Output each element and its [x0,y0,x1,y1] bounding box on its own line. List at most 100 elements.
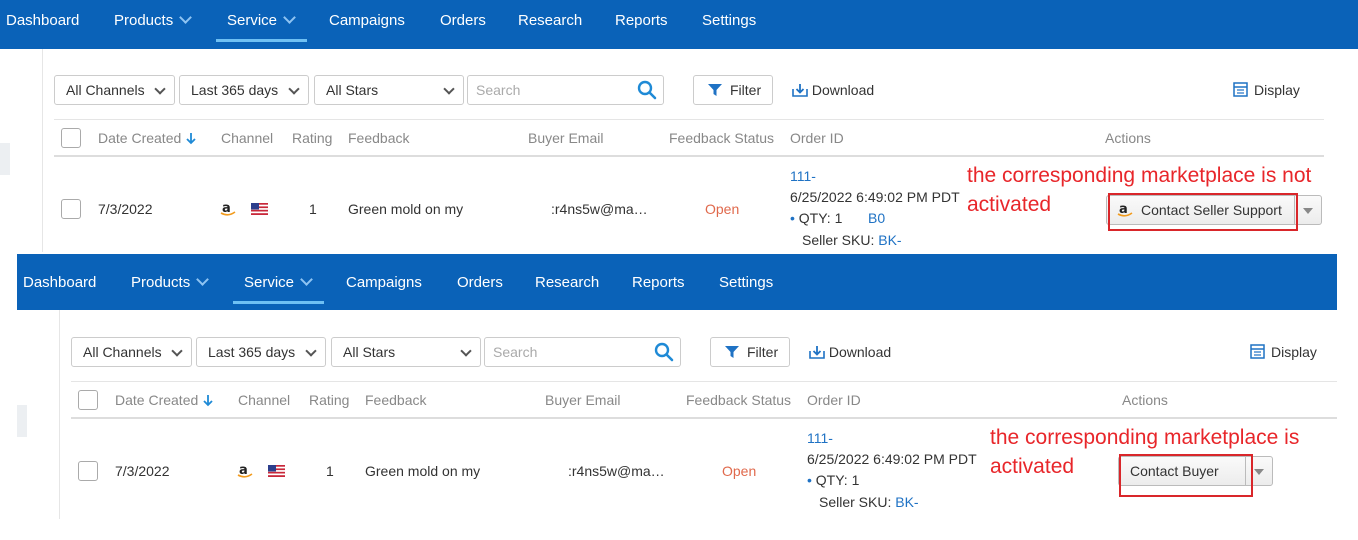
amazon-logo-icon: a [220,201,236,216]
column-actions: Actions [1105,130,1151,146]
us-flag-icon [251,203,268,215]
nav-research[interactable]: Research [518,0,582,42]
highlight-box [1108,193,1298,231]
channels-select[interactable]: All Channels [71,337,192,367]
date-created: 7/3/2022 [98,201,153,217]
feedback-text[interactable]: Green mold on my [365,463,480,479]
order-id-link[interactable]: 111- [790,168,816,184]
select-all-checkbox[interactable] [61,128,81,148]
nav-products[interactable]: Products [114,0,193,42]
filter-button[interactable]: Filter [693,75,773,105]
top-nav: Dashboard Products Service Campaigns Ord… [0,0,1358,49]
date-range-select[interactable]: Last 365 days [196,337,326,367]
filter-button[interactable]: Filter [710,337,790,367]
amazon-logo-icon: a [237,463,253,478]
table-settings-icon [1233,82,1248,97]
nav-products[interactable]: Products [131,262,210,304]
nav-campaigns[interactable]: Campaigns [329,0,405,42]
nav-orders[interactable]: Orders [457,262,503,304]
chevron-down-icon [154,83,166,95]
column-feedback-status: Feedback Status [686,392,792,408]
column-date-created[interactable]: Date Created [115,382,214,418]
column-date-created[interactable]: Date Created [98,120,197,156]
search-input[interactable]: Search [467,75,664,105]
order-date: 6/25/2022 6:49:02 PM PDT [807,451,977,467]
column-feedback: Feedback [365,392,427,408]
nav-research[interactable]: Research [535,262,599,304]
download-tray-icon [809,346,825,359]
download-button[interactable]: Download [792,75,874,105]
funnel-icon [708,84,722,96]
column-rating: Rating [309,392,350,408]
active-tab-indicator [233,301,324,304]
column-buyer-email: Buyer Email [528,130,604,146]
order-qty: • QTY: 1 [807,472,860,488]
highlight-box [1119,454,1253,497]
download-tray-icon [792,84,808,97]
nav-reports[interactable]: Reports [615,0,668,42]
us-flag-icon [268,465,285,477]
seller-sku: Seller SKU: BK- [802,232,902,248]
bullet-icon: • [790,210,799,226]
search-input[interactable]: Search [484,337,681,367]
asin-link[interactable]: B0 [868,210,885,226]
nav-orders[interactable]: Orders [440,0,486,42]
column-channel: Channel [238,392,291,408]
row-checkbox[interactable] [78,461,98,481]
column-rating: Rating [292,130,333,146]
date-range-select[interactable]: Last 365 days [179,75,309,105]
search-icon[interactable] [654,342,674,362]
column-channel: Channel [221,130,274,146]
nav-reports[interactable]: Reports [632,262,685,304]
sort-arrow-down-icon[interactable] [185,132,197,145]
table-header: Date Created Channel Rating Feedback Buy… [54,119,1324,157]
nav-settings[interactable]: Settings [719,262,773,304]
channels-select[interactable]: All Channels [54,75,175,105]
chevron-down-icon [305,345,317,357]
column-order-id: Order ID [807,392,861,408]
status-badge: Open [705,201,740,217]
nav-dashboard[interactable]: Dashboard [6,0,79,42]
chevron-down-icon [171,345,183,357]
column-actions: Actions [1122,392,1168,408]
order-date: 6/25/2022 6:49:02 PM PDT [790,189,960,205]
order-id-link[interactable]: 111- [807,430,833,446]
search-icon[interactable] [637,80,657,100]
buyer-email: :r4ns5w@ma… [568,463,665,479]
screenshot-activated: Dashboard Products Service Campaigns Ord… [17,254,1337,519]
chevron-down-icon [288,83,300,95]
column-buyer-email: Buyer Email [545,392,621,408]
bullet-icon: • [807,472,816,488]
row-checkbox[interactable] [61,199,81,219]
nav-dashboard[interactable]: Dashboard [23,262,96,304]
nav-settings[interactable]: Settings [702,0,756,42]
chevron-down-icon [460,345,472,357]
column-feedback-status: Feedback Status [669,130,775,146]
chevron-down-icon [300,273,313,286]
feedback-text[interactable]: Green mold on my [348,201,463,217]
display-button[interactable]: Display [1233,75,1300,105]
funnel-icon [725,346,739,358]
seller-sku: Seller SKU: BK- [819,494,919,510]
date-created: 7/3/2022 [115,463,170,479]
table-settings-icon [1250,344,1265,359]
screenshot-not-activated: Dashboard Products Service Campaigns Ord… [0,0,1358,252]
nav-service[interactable]: Service [244,262,313,304]
stars-select[interactable]: All Stars [314,75,464,105]
chevron-down-icon [443,83,455,95]
display-button[interactable]: Display [1250,337,1317,367]
order-qty: • QTY: 1 [790,210,843,226]
download-button[interactable]: Download [809,337,891,367]
status-badge: Open [722,463,757,479]
chevron-down-icon [196,273,210,286]
sort-arrow-down-icon[interactable] [202,394,214,407]
top-nav: Dashboard Products Service Campaigns Ord… [17,254,1337,310]
table-header: Date Created Channel Rating Feedback Buy… [71,381,1337,419]
buyer-email: :r4ns5w@ma… [551,201,648,217]
stars-select[interactable]: All Stars [331,337,481,367]
select-all-checkbox[interactable] [78,390,98,410]
column-order-id: Order ID [790,130,844,146]
nav-service[interactable]: Service [227,0,296,42]
nav-campaigns[interactable]: Campaigns [346,262,422,304]
chevron-down-icon [179,11,193,24]
